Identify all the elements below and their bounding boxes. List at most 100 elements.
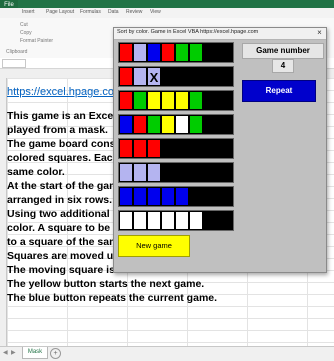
tab-insert[interactable]: Insert bbox=[22, 9, 35, 15]
empty-slot[interactable] bbox=[175, 139, 189, 158]
empty-slot[interactable] bbox=[217, 67, 231, 86]
blue-square[interactable] bbox=[147, 187, 161, 206]
empty-slot[interactable] bbox=[189, 139, 203, 158]
text-line: At the start of the gam bbox=[7, 180, 119, 192]
white-square[interactable] bbox=[161, 211, 175, 230]
empty-slot[interactable] bbox=[217, 187, 231, 206]
lavender-square[interactable] bbox=[133, 67, 147, 86]
tab-view[interactable]: View bbox=[150, 9, 161, 15]
text-line: colored squares. Eac bbox=[7, 152, 113, 164]
game-number-value: 4 bbox=[272, 59, 294, 73]
empty-slot[interactable] bbox=[203, 139, 217, 158]
red-square[interactable] bbox=[119, 91, 133, 110]
tab-review[interactable]: Review bbox=[126, 9, 142, 15]
empty-slot[interactable] bbox=[189, 187, 203, 206]
empty-slot[interactable] bbox=[175, 67, 189, 86]
white-square[interactable] bbox=[175, 211, 189, 230]
close-icon[interactable]: × bbox=[315, 28, 324, 38]
white-square[interactable] bbox=[175, 115, 189, 134]
board-row bbox=[118, 90, 234, 111]
sheet-tab-mask[interactable]: Mask bbox=[22, 347, 48, 359]
cut-button[interactable]: Cut bbox=[20, 22, 28, 28]
blue-square[interactable] bbox=[133, 187, 147, 206]
board-row bbox=[118, 42, 234, 63]
blue-square[interactable] bbox=[175, 187, 189, 206]
red-square[interactable] bbox=[119, 43, 133, 62]
empty-slot[interactable] bbox=[203, 91, 217, 110]
blue-square[interactable] bbox=[161, 187, 175, 206]
empty-slot[interactable] bbox=[189, 163, 203, 182]
text-line: The game board cons bbox=[7, 138, 116, 150]
empty-slot[interactable] bbox=[217, 43, 231, 62]
text-line: same color. bbox=[7, 166, 65, 178]
tab-data[interactable]: Data bbox=[108, 9, 119, 15]
green-square[interactable] bbox=[189, 91, 203, 110]
clipboard-group-label: Clipboard bbox=[6, 49, 28, 55]
blue-square[interactable] bbox=[119, 187, 133, 206]
hyperlink-cell[interactable]: https://excel.hpage.co bbox=[7, 86, 114, 98]
text-line: Using two additional bbox=[7, 208, 110, 220]
game-number-label: Game number bbox=[242, 43, 324, 59]
white-square[interactable] bbox=[133, 211, 147, 230]
empty-slot[interactable] bbox=[203, 67, 217, 86]
white-square[interactable] bbox=[189, 211, 203, 230]
empty-slot[interactable] bbox=[203, 115, 217, 134]
red-square[interactable] bbox=[119, 67, 133, 86]
blue-square[interactable] bbox=[147, 43, 161, 62]
red-square[interactable] bbox=[147, 139, 161, 158]
red-square[interactable] bbox=[133, 139, 147, 158]
empty-slot[interactable] bbox=[161, 67, 175, 86]
lavender-square[interactable] bbox=[147, 163, 161, 182]
text-line: to a square of the sam bbox=[7, 236, 119, 248]
red-square[interactable] bbox=[161, 43, 175, 62]
tab-formulas[interactable]: Formulas bbox=[80, 9, 101, 15]
green-square[interactable] bbox=[175, 43, 189, 62]
green-square[interactable] bbox=[147, 115, 161, 134]
board-row bbox=[118, 162, 234, 183]
format-painter-button[interactable]: Format Painter bbox=[20, 38, 53, 44]
empty-slot[interactable] bbox=[217, 115, 231, 134]
empty-slot[interactable] bbox=[203, 187, 217, 206]
yellow-square[interactable] bbox=[161, 115, 175, 134]
empty-slot[interactable] bbox=[175, 163, 189, 182]
empty-slot[interactable] bbox=[203, 43, 217, 62]
white-square[interactable] bbox=[147, 211, 161, 230]
empty-slot[interactable] bbox=[189, 67, 203, 86]
empty-slot[interactable] bbox=[203, 211, 217, 230]
empty-slot[interactable] bbox=[217, 163, 231, 182]
copy-button[interactable]: Copy bbox=[20, 30, 32, 36]
scroll-right-icon[interactable]: ▶ bbox=[11, 349, 16, 356]
empty-slot[interactable] bbox=[203, 163, 217, 182]
empty-slot[interactable] bbox=[217, 91, 231, 110]
text-line: color. A square to be bbox=[7, 222, 111, 234]
board-row bbox=[118, 210, 234, 231]
moving-square[interactable]: X bbox=[147, 67, 161, 86]
lavender-square[interactable] bbox=[133, 163, 147, 182]
empty-slot[interactable] bbox=[217, 211, 231, 230]
green-square[interactable] bbox=[189, 115, 203, 134]
empty-slot[interactable] bbox=[217, 139, 231, 158]
text-line: The yellow button starts the next game. bbox=[7, 278, 205, 290]
tab-page-layout[interactable]: Page Layout bbox=[46, 9, 74, 15]
row-headers bbox=[0, 78, 7, 346]
yellow-square[interactable] bbox=[175, 91, 189, 110]
red-square[interactable] bbox=[133, 115, 147, 134]
green-square[interactable] bbox=[189, 43, 203, 62]
lavender-square[interactable] bbox=[133, 43, 147, 62]
lavender-square[interactable] bbox=[119, 163, 133, 182]
empty-slot[interactable] bbox=[161, 139, 175, 158]
new-game-button[interactable]: New game bbox=[118, 235, 190, 257]
green-square[interactable] bbox=[133, 91, 147, 110]
repeat-button[interactable]: Repeat bbox=[242, 80, 316, 102]
white-square[interactable] bbox=[119, 211, 133, 230]
add-sheet-button[interactable]: + bbox=[50, 348, 61, 359]
name-box[interactable] bbox=[2, 59, 26, 68]
empty-slot[interactable] bbox=[161, 163, 175, 182]
yellow-square[interactable] bbox=[161, 91, 175, 110]
text-line: This game is an Exce bbox=[7, 110, 114, 122]
blue-square[interactable] bbox=[119, 115, 133, 134]
red-square[interactable] bbox=[119, 139, 133, 158]
sheet-tab-bar: ◀ ▶ Mask + bbox=[0, 346, 334, 361]
scroll-left-icon[interactable]: ◀ bbox=[3, 349, 8, 356]
yellow-square[interactable] bbox=[147, 91, 161, 110]
